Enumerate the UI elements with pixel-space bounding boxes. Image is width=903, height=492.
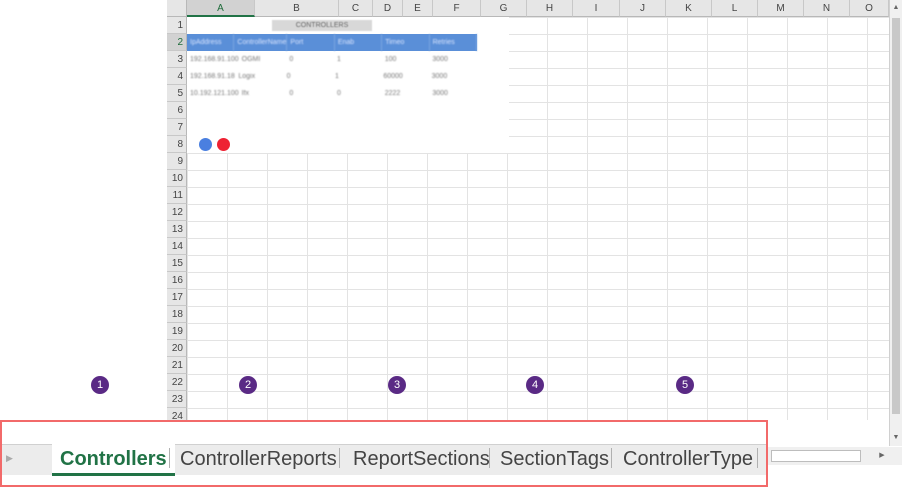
row-header[interactable]: 4	[167, 68, 187, 85]
row-header[interactable]: 1	[167, 17, 187, 34]
table-header-row: IpAddress ControllerName Port Enab Timeo…	[187, 34, 477, 51]
callout-badge-3: 3	[388, 376, 406, 394]
spreadsheet-grid[interactable]: A B C D E F G H I J K L M N O 1 2 3 4 5 …	[167, 0, 889, 420]
table-cell: 3000	[431, 73, 448, 80]
embedded-table: CONTROLLERS IpAddress ControllerName Por…	[187, 17, 509, 153]
table-cell: 2222	[384, 90, 401, 97]
horizontal-scrollbar[interactable]: ▶	[766, 447, 902, 465]
table-cell: Logix	[238, 73, 256, 80]
tab-divider	[757, 448, 758, 468]
row-header[interactable]: 10	[167, 170, 187, 187]
tab-divider	[169, 448, 170, 468]
row-header[interactable]: 3	[167, 51, 187, 68]
column-header-k[interactable]: K	[666, 0, 712, 17]
table-row: 10.192.121.100 Ifx 0 0 2222 3000	[187, 85, 477, 102]
table-cell: 1	[334, 73, 339, 80]
row-header[interactable]: 21	[167, 357, 187, 374]
tab-divider	[611, 448, 612, 468]
column-header-d[interactable]: D	[373, 0, 403, 17]
callout-badge-1: 1	[91, 376, 109, 394]
table-cell: 192.168.91.100	[190, 56, 239, 63]
tab-scroll-right-icon[interactable]: ▶	[6, 453, 13, 464]
table-cell: 0	[286, 73, 291, 80]
row-header[interactable]: 17	[167, 289, 187, 306]
table-header-cell: IpAddress	[187, 34, 235, 51]
row-header[interactable]: 19	[167, 323, 187, 340]
column-header-i[interactable]: I	[573, 0, 620, 17]
column-header-c[interactable]: C	[339, 0, 373, 17]
blank-area	[0, 0, 167, 420]
select-all-corner[interactable]	[167, 0, 187, 17]
scroll-down-icon[interactable]: ▼	[890, 432, 902, 444]
row-header[interactable]: 24	[167, 408, 187, 420]
row-header[interactable]: 22	[167, 374, 187, 391]
table-cell: 1	[337, 56, 341, 63]
column-header-b[interactable]: B	[255, 0, 339, 17]
column-header-g[interactable]: G	[481, 0, 527, 17]
row-header[interactable]: 20	[167, 340, 187, 357]
column-header-m[interactable]: M	[758, 0, 804, 17]
scroll-right-icon[interactable]: ▶	[876, 450, 888, 462]
table-cell: 192.168.91.18	[190, 73, 235, 80]
table-cell: 0	[289, 56, 294, 63]
table-row: 192.168.91.100 OGMI 0 1 100 3000	[187, 51, 477, 68]
table-header-cell: ControllerName	[234, 34, 288, 51]
callout-badge-4: 4	[526, 376, 544, 394]
callout-badge-2: 2	[239, 376, 257, 394]
table-row: 192.168.91.18 Logix 0 1 60000 3000	[187, 68, 477, 85]
tab-section-tags[interactable]: SectionTags	[500, 442, 609, 476]
table-header-cell: Enab	[335, 34, 383, 51]
row-header[interactable]: 15	[167, 255, 187, 272]
row-header[interactable]: 7	[167, 119, 187, 136]
sheet-tab-bar: ▶ Controllers ControllerReports ReportSe…	[0, 420, 768, 487]
callout-badge-5: 5	[676, 376, 694, 394]
row-header[interactable]: 8	[167, 136, 187, 153]
vertical-scroll-thumb[interactable]	[892, 18, 900, 414]
column-header-n[interactable]: N	[804, 0, 850, 17]
table-header-cell: Port	[287, 34, 335, 51]
column-header-f[interactable]: F	[433, 0, 481, 17]
row-header[interactable]: 11	[167, 187, 187, 204]
tab-report-sections[interactable]: ReportSections	[353, 442, 490, 476]
table-cell: 60000	[383, 73, 403, 80]
tab-controller-reports[interactable]: ControllerReports	[180, 442, 337, 476]
table-header-cell: Retries	[430, 34, 477, 51]
table-cell: 10.192.121.100	[190, 90, 239, 97]
vertical-scrollbar[interactable]: ▲ ▼	[889, 0, 902, 446]
column-header-j[interactable]: J	[620, 0, 666, 17]
tab-controllers[interactable]: Controllers	[52, 442, 175, 476]
tab-controller-type[interactable]: ControllerType	[623, 442, 753, 476]
tab-divider	[489, 448, 490, 468]
table-title: CONTROLLERS	[272, 20, 372, 31]
table-cell: 3000	[432, 56, 448, 63]
table-cell: 100	[384, 56, 397, 63]
column-header-a[interactable]: A	[187, 0, 255, 17]
delete-button[interactable]	[217, 138, 230, 151]
column-header-o[interactable]: O	[850, 0, 889, 17]
row-header[interactable]: 14	[167, 238, 187, 255]
tab-divider	[339, 448, 340, 468]
row-header[interactable]: 18	[167, 306, 187, 323]
column-header-l[interactable]: L	[712, 0, 758, 17]
row-header[interactable]: 13	[167, 221, 187, 238]
table-cell: Ifx	[241, 90, 250, 97]
column-header-e[interactable]: E	[403, 0, 433, 17]
row-header[interactable]: 9	[167, 153, 187, 170]
row-header[interactable]: 2	[167, 34, 187, 51]
table-cell: 0	[337, 90, 341, 97]
table-cell: 3000	[432, 90, 448, 97]
row-header[interactable]: 16	[167, 272, 187, 289]
row-header[interactable]: 12	[167, 204, 187, 221]
row-header[interactable]: 5	[167, 85, 187, 102]
table-cell: OGMI	[241, 56, 261, 63]
row-header[interactable]: 6	[167, 102, 187, 119]
scroll-up-icon[interactable]: ▲	[890, 2, 902, 14]
table-header-cell: Timeo	[382, 34, 430, 51]
add-button[interactable]	[199, 138, 212, 151]
row-header[interactable]: 23	[167, 391, 187, 408]
column-header-h[interactable]: H	[527, 0, 573, 17]
horizontal-scroll-thumb[interactable]	[771, 450, 861, 462]
table-cell: 0	[289, 90, 294, 97]
